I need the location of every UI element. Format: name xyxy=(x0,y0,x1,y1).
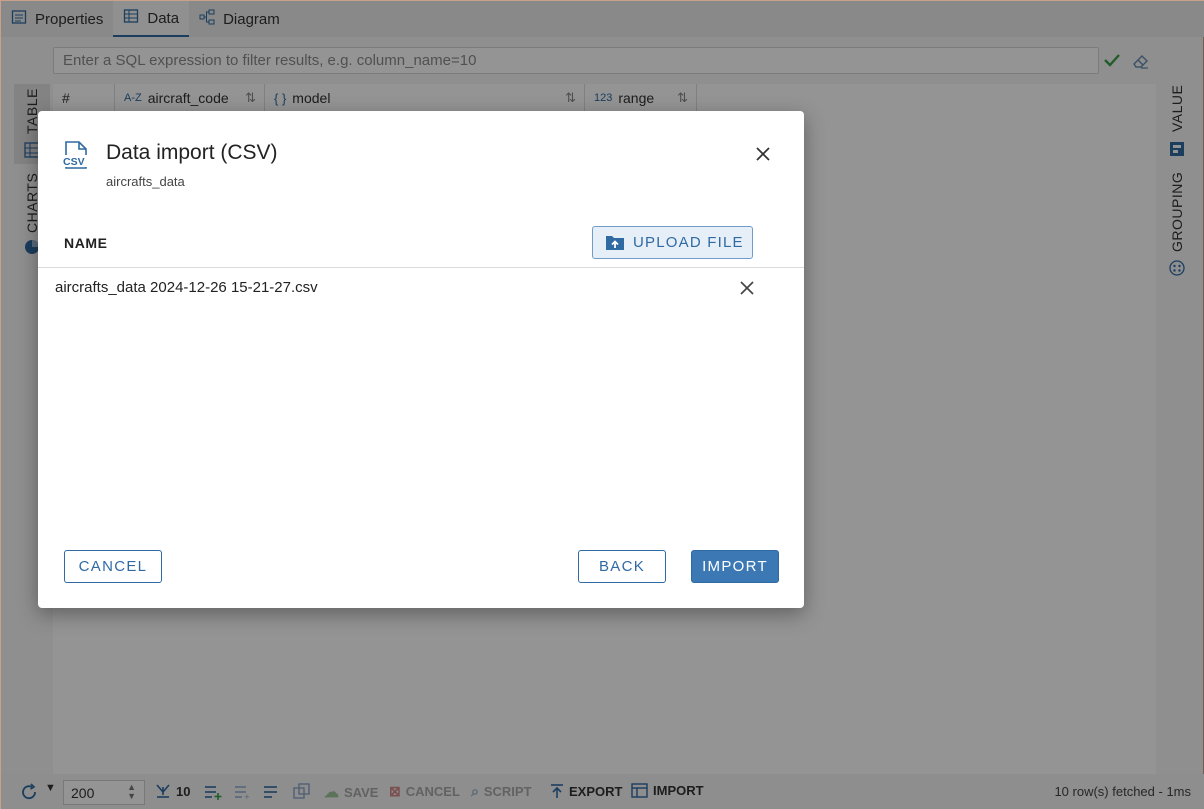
import-button[interactable]: IMPORT xyxy=(691,550,779,583)
dialog-subtitle: aircrafts_data xyxy=(106,174,185,189)
back-button[interactable]: BACK xyxy=(578,550,666,583)
csv-icon-text: CSV xyxy=(63,156,85,168)
upload-file-label: UPLOAD FILE xyxy=(633,234,744,251)
header-divider xyxy=(38,267,804,268)
file-list-item: aircrafts_data 2024-12-26 15-21-27.csv xyxy=(55,279,318,296)
close-icon[interactable] xyxy=(752,143,774,165)
folder-upload-icon xyxy=(606,235,624,250)
app-window: Properties Data Diagram Enter a SQL expr… xyxy=(0,0,1204,809)
csv-file-icon: CSV xyxy=(62,141,88,169)
dialog-title: Data import (CSV) xyxy=(106,141,278,164)
data-import-dialog: CSV Data import (CSV) aircrafts_data NAM… xyxy=(38,111,804,608)
upload-file-button[interactable]: UPLOAD FILE xyxy=(592,226,753,259)
remove-file-icon[interactable] xyxy=(738,279,756,297)
cancel-button[interactable]: CANCEL xyxy=(64,550,162,583)
name-column-header: NAME xyxy=(64,235,108,251)
